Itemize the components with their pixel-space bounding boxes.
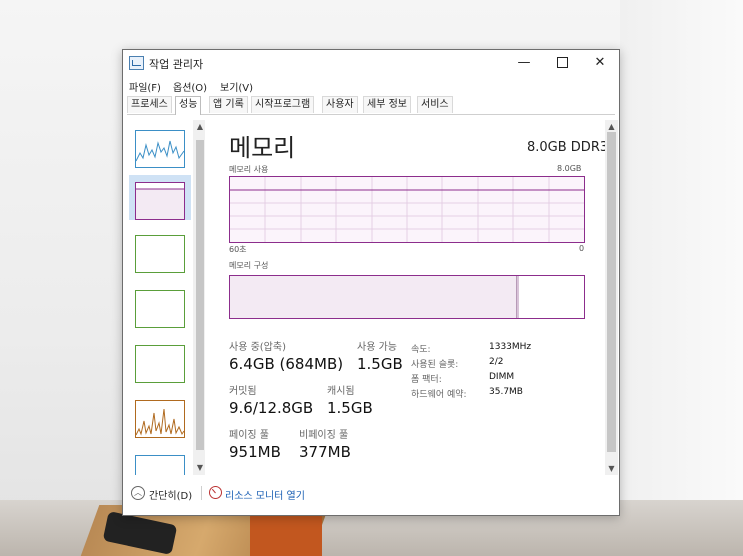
time-axis-right: 0 — [579, 244, 585, 253]
task-manager-window: 작업 관리자 — ✕ 파일(F) 옵션(O) 보기(V) 프로세스 성능 앱 기… — [122, 49, 620, 516]
usage-graph-label: 메모리 사용 — [229, 165, 269, 174]
composition-in-use — [230, 276, 517, 318]
page-title: 메모리 — [229, 134, 296, 162]
title-bar: 작업 관리자 — ✕ — [123, 50, 619, 76]
speed-value: 1333MHz — [489, 342, 532, 352]
paged-pool-label: 페이징 풀 — [229, 430, 269, 441]
slots-value: 2/2 — [489, 357, 504, 367]
tab-performance[interactable]: 성능 — [175, 96, 202, 115]
form-factor-label: 폼 팩터: — [411, 375, 442, 385]
minimize-button[interactable]: — — [505, 50, 543, 76]
committed-label: 커밋됨 — [229, 386, 257, 397]
memory-sparkline — [136, 188, 184, 219]
open-resource-monitor-link[interactable]: 리소스 모니터 열기 — [225, 487, 305, 502]
sidebar-scrollbar[interactable]: ▲ ▼ — [193, 120, 205, 475]
window-title: 작업 관리자 — [149, 58, 204, 71]
memory-spec: 8.0GB DDR3 — [527, 140, 609, 155]
cached-label: 캐시됨 — [327, 386, 355, 397]
memory-panel: 메모리 8.0GB DDR3 메모리 사용 8.0GB 60초 0 메모리 구성 — [227, 120, 609, 475]
main-scrollbar[interactable]: ▲ ▼ — [605, 120, 618, 475]
ethernet-thumbnail[interactable] — [135, 400, 185, 438]
time-axis-left: 60초 — [229, 245, 247, 254]
hardware-reserved-label: 하드웨어 예약: — [411, 390, 467, 400]
nonpaged-pool-value: 377MB — [299, 443, 351, 461]
nonpaged-pool-label: 비페이징 풀 — [299, 430, 349, 441]
menu-file[interactable]: 파일(F) — [129, 79, 161, 94]
available-label: 사용 가능 — [357, 342, 397, 353]
cpu-thumbnail[interactable] — [135, 130, 185, 168]
composition-modified — [517, 276, 519, 318]
paged-pool-value: 951MB — [229, 443, 281, 461]
tab-users[interactable]: 사용자 — [322, 96, 358, 113]
tab-app-history[interactable]: 앱 기록 — [209, 96, 248, 113]
tab-processes[interactable]: 프로세스 — [127, 96, 172, 113]
footer-bar: ︿ 간단히(D) 리소스 모니터 열기 — [123, 482, 619, 512]
resource-sidebar: ▲ ▼ — [129, 120, 205, 475]
ethernet-sparkline — [135, 408, 185, 436]
usage-grid — [230, 177, 584, 242]
in-use-label: 사용 중(압축) — [229, 342, 286, 353]
tab-services[interactable]: 서비스 — [417, 96, 453, 113]
available-value: 1.5GB — [357, 355, 403, 373]
speed-label: 속도: — [411, 345, 431, 355]
maximize-button[interactable] — [543, 50, 581, 76]
memory-usage-graph — [229, 176, 585, 243]
maximize-icon — [556, 57, 568, 68]
close-button[interactable]: ✕ — [581, 50, 619, 76]
memory-thumbnail[interactable] — [135, 182, 185, 220]
slots-label: 사용된 슬롯: — [411, 360, 459, 370]
sidebar-scroll-thumb[interactable] — [196, 140, 204, 450]
composition-label: 메모리 구성 — [229, 261, 269, 270]
tab-strip: 프로세스 성능 앱 기록 시작프로그램 사용자 세부 정보 서비스 — [127, 96, 615, 115]
fewer-details-button[interactable]: 간단히(D) — [149, 487, 192, 502]
cached-value: 1.5GB — [327, 399, 373, 417]
scroll-down-icon[interactable]: ▼ — [607, 464, 616, 473]
menu-bar: 파일(F) 옵션(O) 보기(V) — [123, 76, 619, 94]
usage-graph-max: 8.0GB — [557, 164, 582, 173]
form-factor-value: DIMM — [489, 372, 515, 382]
tab-startup[interactable]: 시작프로그램 — [251, 96, 315, 113]
scroll-up-icon[interactable]: ▲ — [607, 122, 616, 131]
menu-options[interactable]: 옵션(O) — [173, 79, 207, 94]
chevron-up-icon[interactable]: ︿ — [131, 486, 145, 500]
scroll-up-icon[interactable]: ▲ — [195, 122, 205, 132]
resource-monitor-icon — [209, 486, 222, 499]
tab-details[interactable]: 세부 정보 — [363, 96, 411, 113]
memory-composition-bar — [229, 275, 585, 319]
hardware-reserved-value: 35.7MB — [489, 387, 523, 397]
cpu-sparkline — [135, 140, 185, 162]
main-scroll-thumb[interactable] — [607, 132, 616, 452]
committed-value: 9.6/12.8GB — [229, 399, 314, 417]
in-use-value: 6.4GB (684MB) — [229, 355, 344, 373]
disk-2-thumbnail[interactable] — [135, 345, 185, 383]
wifi-thumbnail[interactable] — [135, 455, 185, 475]
disk-0-thumbnail[interactable] — [135, 235, 185, 273]
menu-view[interactable]: 보기(V) — [220, 79, 253, 94]
footer-divider — [201, 486, 202, 500]
scroll-down-icon[interactable]: ▼ — [195, 463, 205, 473]
task-manager-icon — [129, 56, 144, 70]
disk-1-thumbnail[interactable] — [135, 290, 185, 328]
